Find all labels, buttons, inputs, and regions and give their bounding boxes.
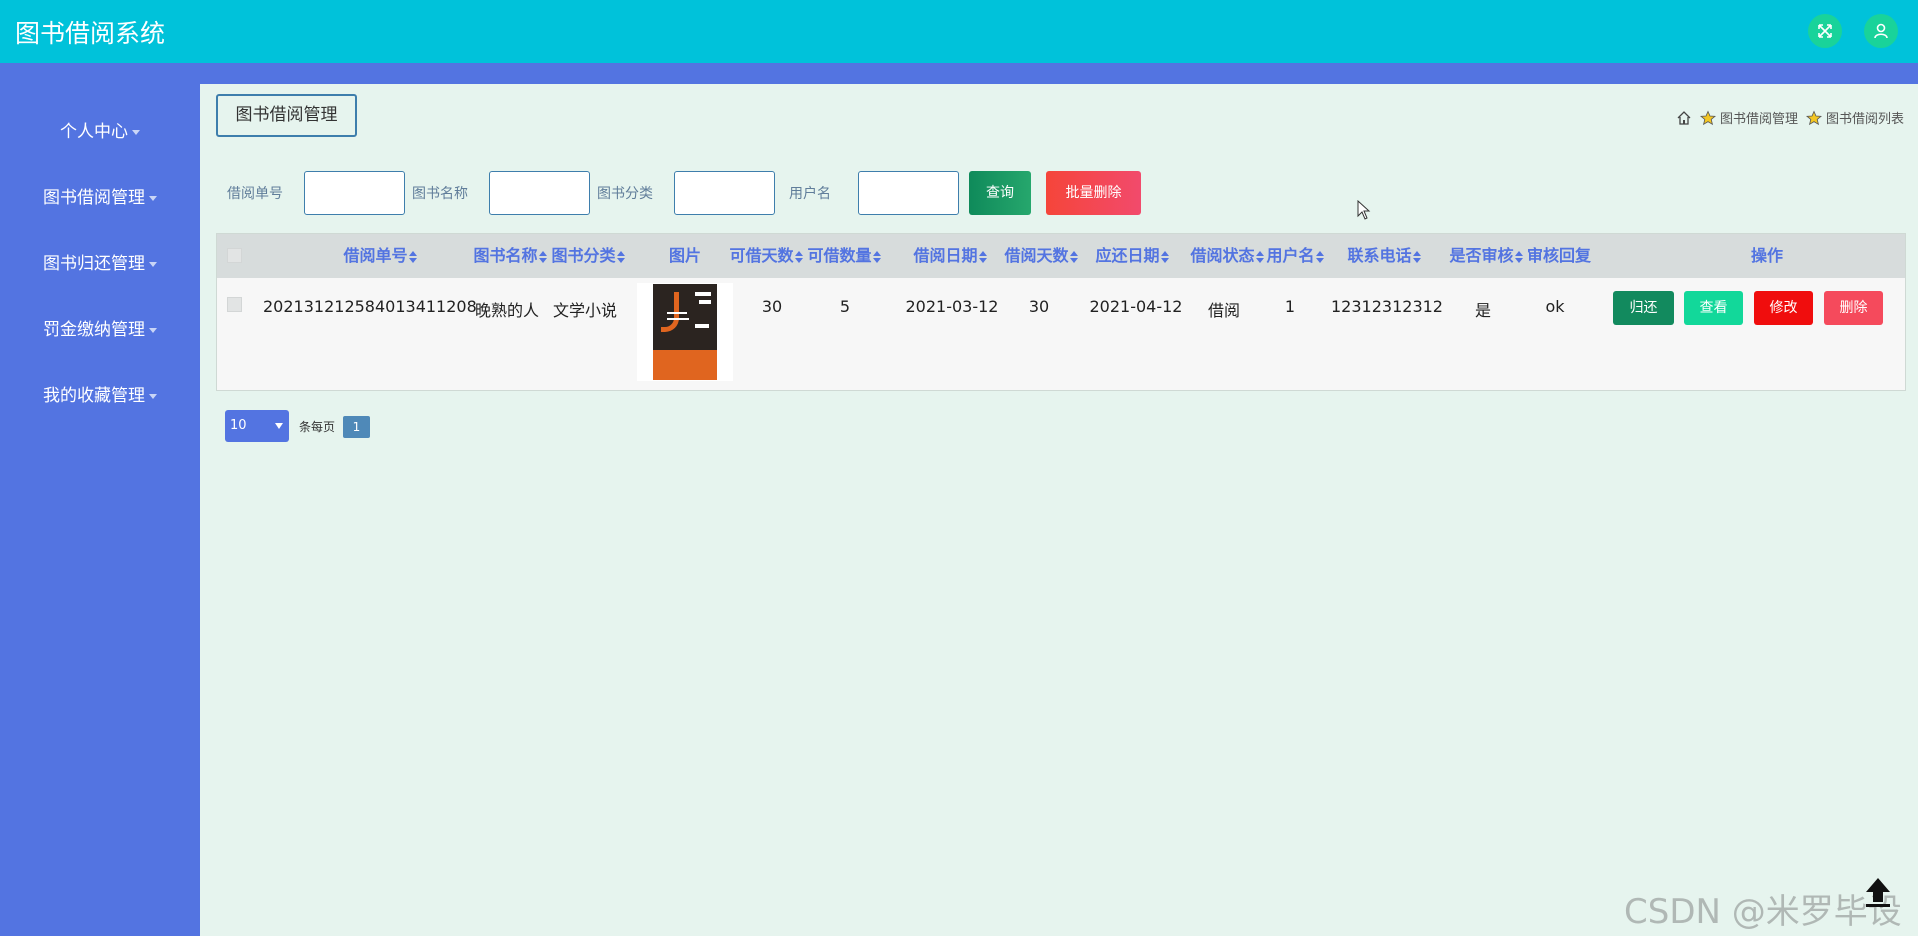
sort-icon xyxy=(538,250,547,263)
borrow-no-label: 借阅单号 xyxy=(227,186,283,202)
caret-down-icon xyxy=(149,393,157,399)
caret-down-icon xyxy=(149,327,157,333)
page-number-button[interactable]: 1 xyxy=(343,416,370,438)
column-header-phone[interactable]: 联系电话 xyxy=(1347,234,1421,278)
page-title: 图书借阅管理 xyxy=(216,94,357,137)
breadcrumb-item[interactable]: 图书借阅管理 xyxy=(1720,108,1798,127)
book-name-input[interactable] xyxy=(489,171,590,215)
home-icon[interactable] xyxy=(1676,110,1692,126)
sort-icon xyxy=(1069,250,1078,263)
column-header-quantity[interactable]: 可借数量 xyxy=(807,234,881,278)
cell-audit-reply: ok xyxy=(1545,297,1565,316)
sort-icon xyxy=(794,250,803,263)
cell-loan-days: 30 xyxy=(761,297,783,316)
cell-borrow-days: 30 xyxy=(1028,297,1050,316)
column-header-borrow-date[interactable]: 借阅日期 xyxy=(913,234,987,278)
cell-username: 1 xyxy=(1284,297,1296,316)
username-label: 用户名 xyxy=(789,186,831,202)
star-icon xyxy=(1699,110,1716,125)
column-header-username[interactable]: 用户名 xyxy=(1266,234,1324,278)
column-header-audit-reply: 审核回复 xyxy=(1526,246,1591,265)
header-strip xyxy=(0,63,1918,84)
book-name-label: 图书名称 xyxy=(412,186,468,202)
star-icon xyxy=(1805,110,1822,125)
sidebar: 个人中心 图书借阅管理 图书归还管理 罚金缴纳管理 我的收藏管理 xyxy=(0,63,200,936)
column-header-book-name[interactable]: 图书名称 xyxy=(473,234,547,278)
sidebar-item-label: 图书借阅管理 xyxy=(43,188,145,208)
select-all-checkbox[interactable] xyxy=(227,248,242,263)
column-header-due-date[interactable]: 应还日期 xyxy=(1095,234,1169,278)
breadcrumb-item: 图书借阅列表 xyxy=(1825,112,1904,127)
user-icon[interactable] xyxy=(1864,14,1898,48)
cell-borrow-no: 20213121258401341120​8 xyxy=(263,297,477,316)
delete-button[interactable]: 删除 xyxy=(1824,291,1883,325)
row-checkbox[interactable] xyxy=(227,297,242,312)
chevron-down-icon xyxy=(275,423,283,429)
back-to-top-icon[interactable] xyxy=(1860,874,1896,910)
borrow-no-input[interactable] xyxy=(304,171,405,215)
cell-category: 文学小说 xyxy=(552,301,617,320)
borrow-table: 借阅单号 图书名称 图书分类 图片 可借天数 可借数量 借阅日期 借阅天数 应还… xyxy=(216,233,1906,391)
sort-icon xyxy=(1412,250,1421,263)
sort-icon xyxy=(978,250,987,263)
book-cover-art xyxy=(653,284,717,380)
caret-down-icon xyxy=(149,195,157,201)
sidebar-item-personal-center[interactable]: 个人中心 xyxy=(0,114,200,150)
caret-down-icon xyxy=(149,261,157,267)
username-input[interactable] xyxy=(858,171,959,215)
sort-icon xyxy=(1514,250,1523,263)
view-button[interactable]: 查看 xyxy=(1684,291,1743,325)
sidebar-item-label: 图书归还管理 xyxy=(43,254,145,274)
book-category-label: 图书分类 xyxy=(597,186,653,202)
edit-button[interactable]: 修改 xyxy=(1754,291,1813,325)
cell-phone: 12312312312 xyxy=(1331,297,1443,316)
sort-icon xyxy=(408,250,417,263)
return-button[interactable]: 归还 xyxy=(1613,291,1674,325)
per-page-label: 条每页 xyxy=(299,420,336,434)
sort-icon xyxy=(872,250,881,263)
sort-icon xyxy=(1255,250,1264,263)
book-cover-image xyxy=(637,283,733,381)
sidebar-item-borrow-management[interactable]: 图书借阅管理 xyxy=(0,180,200,216)
column-header-borrow-no[interactable]: 借阅单号 xyxy=(325,234,435,278)
column-header-audited[interactable]: 是否审核 xyxy=(1449,234,1523,278)
column-header-category[interactable]: 图书分类 xyxy=(551,234,625,278)
caret-down-icon xyxy=(132,129,140,135)
sidebar-item-label: 我的收藏管理 xyxy=(43,386,145,406)
cell-audited: 是 xyxy=(1474,301,1491,320)
sidebar-item-label: 个人中心 xyxy=(60,122,128,142)
top-bar: 图书借阅系统 xyxy=(0,0,1918,63)
sidebar-item-label: 罚金缴纳管理 xyxy=(43,320,145,340)
breadcrumb: 图书借阅管理 图书借阅列表 xyxy=(1672,108,1904,127)
table-header: 借阅单号 图书名称 图书分类 图片 可借天数 可借数量 借阅日期 借阅天数 应还… xyxy=(217,234,1905,278)
page-size-select[interactable]: 10 xyxy=(225,410,289,442)
cell-due-date: 2021-04-12 xyxy=(1089,297,1183,316)
column-header-borrow-days[interactable]: 借阅天数 xyxy=(1004,234,1078,278)
cell-book-name: 晚熟的人 xyxy=(474,301,539,320)
sidebar-item-favorites-management[interactable]: 我的收藏管理 xyxy=(0,378,200,414)
app-title: 图书借阅系统 xyxy=(15,19,166,48)
fullscreen-icon[interactable] xyxy=(1808,14,1842,48)
query-button[interactable]: 查询 xyxy=(969,171,1031,215)
mouse-cursor-icon xyxy=(1357,200,1371,220)
sidebar-item-return-management[interactable]: 图书归还管理 xyxy=(0,246,200,282)
column-header-actions: 操作 xyxy=(1750,246,1783,265)
batch-delete-button[interactable]: 批量删除 xyxy=(1046,171,1141,215)
sort-icon xyxy=(1315,250,1324,263)
column-header-loan-days[interactable]: 可借天数 xyxy=(729,234,803,278)
column-header-image: 图片 xyxy=(668,246,701,265)
sort-icon xyxy=(1160,250,1169,263)
column-header-status[interactable]: 借阅状态 xyxy=(1190,234,1264,278)
cell-quantity: 5 xyxy=(839,297,851,316)
main-content: 图书借阅管理 图书借阅管理 图书借阅列表 借阅单号 图书名称 图书分类 用户名 … xyxy=(200,84,1918,936)
cell-status: 借阅 xyxy=(1207,301,1240,320)
cell-borrow-date: 2021-03-12 xyxy=(905,297,999,316)
book-category-input[interactable] xyxy=(674,171,775,215)
sidebar-item-fine-management[interactable]: 罚金缴纳管理 xyxy=(0,312,200,348)
sort-icon xyxy=(616,250,625,263)
